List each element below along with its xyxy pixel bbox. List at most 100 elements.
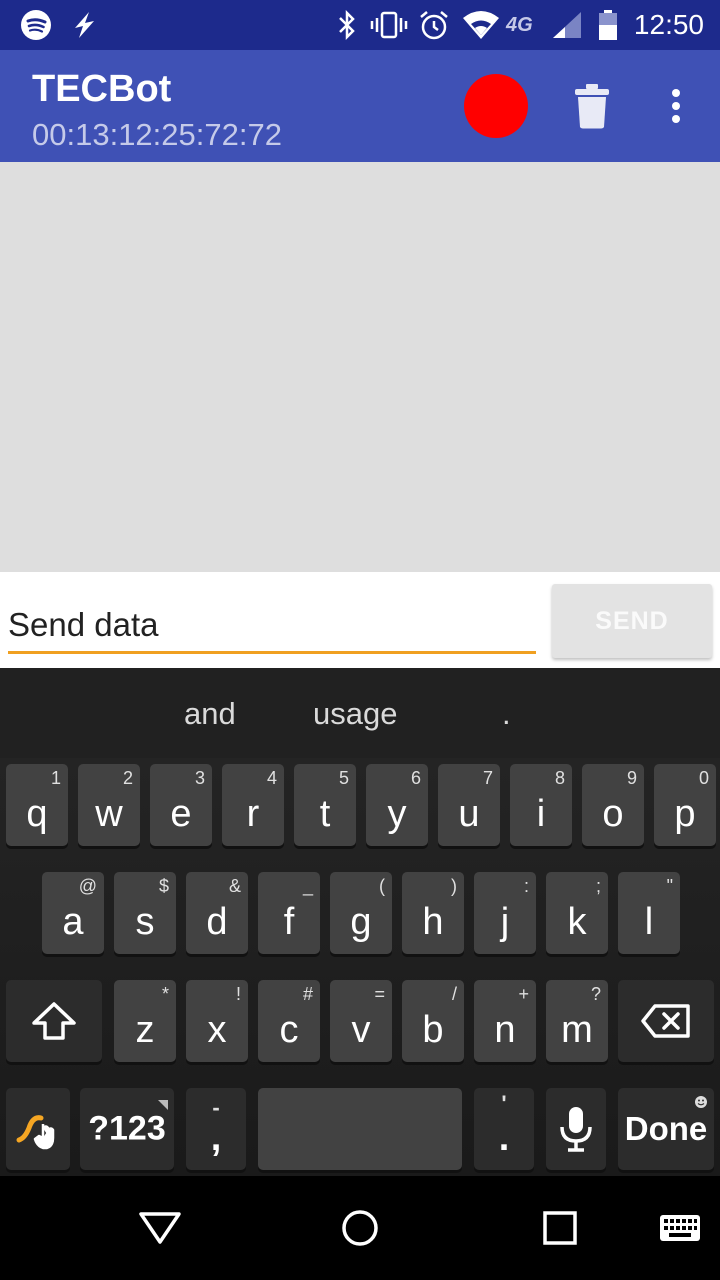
key-label: e bbox=[170, 793, 192, 835]
send-button[interactable]: SEND bbox=[552, 584, 712, 658]
key-hint: ( bbox=[379, 876, 385, 896]
key-q[interactable]: 1q bbox=[6, 764, 68, 846]
device-address: 00:13:12:25:72:72 bbox=[32, 117, 282, 152]
key-label: v bbox=[351, 1009, 371, 1051]
key-u[interactable]: 7u bbox=[438, 764, 500, 846]
spotify-icon bbox=[20, 9, 52, 41]
back-icon[interactable] bbox=[134, 1202, 186, 1254]
suggestion-item[interactable]: and bbox=[184, 694, 236, 734]
key-d[interactable]: & d bbox=[186, 872, 248, 954]
key-hint: " bbox=[666, 876, 673, 896]
key-label: w bbox=[95, 793, 123, 835]
key-f[interactable]: _ f bbox=[258, 872, 320, 954]
key-hint: 9 bbox=[626, 768, 637, 788]
swype-icon bbox=[6, 1088, 70, 1170]
soft-keyboard: and usage . 1q2w3e4r5t6y7u8i9o0p @ a $ s & d _… bbox=[0, 668, 720, 1176]
key-hint: 7 bbox=[482, 768, 493, 788]
key-b[interactable]: / b bbox=[402, 980, 464, 1062]
done-key-label: Done bbox=[624, 1110, 708, 1147]
key-label: l bbox=[644, 901, 654, 943]
key-hint: & bbox=[228, 876, 241, 896]
shift-key[interactable] bbox=[6, 980, 102, 1062]
key-hint: @ bbox=[78, 876, 97, 896]
key-hint: _ bbox=[302, 876, 313, 896]
send-data-input[interactable] bbox=[8, 598, 536, 654]
key-c[interactable]: # c bbox=[258, 980, 320, 1062]
key-label: i bbox=[536, 793, 546, 835]
network-type-label: 4G bbox=[506, 14, 533, 36]
status-time: 12:50 bbox=[633, 9, 704, 40]
more-vert-icon[interactable] bbox=[656, 80, 696, 132]
comma-key-hint: - bbox=[212, 1095, 220, 1120]
done-key[interactable]: Done bbox=[618, 1088, 714, 1170]
key-hint: / bbox=[451, 984, 457, 1004]
app-title: TECBot bbox=[32, 68, 172, 110]
key-label: o bbox=[602, 793, 624, 835]
key-label: h bbox=[422, 901, 444, 943]
suggestion-strip: and usage . bbox=[0, 668, 720, 758]
key-z[interactable]: * z bbox=[114, 980, 176, 1062]
key-w[interactable]: 2w bbox=[78, 764, 140, 846]
key-label: q bbox=[26, 793, 48, 835]
composer: SEND bbox=[0, 572, 720, 668]
key-hint: ? bbox=[590, 984, 601, 1004]
key-label: k bbox=[567, 901, 587, 943]
alarm-icon bbox=[418, 9, 450, 41]
key-i[interactable]: 8i bbox=[510, 764, 572, 846]
key-r[interactable]: 4r bbox=[222, 764, 284, 846]
key-y[interactable]: 6y bbox=[366, 764, 428, 846]
message-log[interactable] bbox=[0, 162, 720, 572]
symbols-key[interactable]: ?123 bbox=[80, 1088, 174, 1170]
key-a[interactable]: @ a bbox=[42, 872, 104, 954]
key-label: r bbox=[246, 793, 260, 835]
key-l[interactable]: " l bbox=[618, 872, 680, 954]
key-label: y bbox=[387, 793, 407, 835]
period-key[interactable]: ' . bbox=[474, 1088, 534, 1170]
key-hint: ! bbox=[235, 984, 241, 1004]
key-hint: $ bbox=[158, 876, 169, 896]
key-h[interactable]: ) h bbox=[402, 872, 464, 954]
shift-icon bbox=[6, 980, 102, 1062]
key-j[interactable]: :j bbox=[474, 872, 536, 954]
lte-icon: 4G bbox=[506, 9, 550, 41]
key-label: p bbox=[674, 793, 696, 835]
suggestion-item[interactable]: usage bbox=[313, 694, 397, 734]
status-bar: 4G 12:50 bbox=[0, 0, 720, 50]
key-m[interactable]: ? m bbox=[546, 980, 608, 1062]
app-bar: TECBot 00:13:12:25:72:72 bbox=[0, 50, 720, 162]
home-icon[interactable] bbox=[334, 1202, 386, 1254]
key-label: m bbox=[561, 1009, 593, 1051]
symbols-key-label: ?123 bbox=[88, 1109, 166, 1148]
wifi-icon bbox=[462, 9, 500, 41]
trash-icon[interactable] bbox=[566, 80, 618, 132]
key-hint: : bbox=[523, 876, 529, 896]
vibrate-icon bbox=[370, 9, 408, 41]
key-g[interactable]: (g bbox=[330, 872, 392, 954]
key-label: d bbox=[206, 901, 228, 943]
comma-key[interactable]: - , bbox=[186, 1088, 246, 1170]
suggestion-item[interactable]: . bbox=[502, 694, 511, 734]
backspace-key[interactable] bbox=[618, 980, 714, 1062]
swype-key[interactable] bbox=[6, 1088, 70, 1170]
key-n[interactable]: + n bbox=[474, 980, 536, 1062]
key-label: s bbox=[135, 901, 155, 943]
key-e[interactable]: 3e bbox=[150, 764, 212, 846]
recents-icon[interactable] bbox=[534, 1202, 586, 1254]
key-t[interactable]: 5t bbox=[294, 764, 356, 846]
record-button[interactable] bbox=[464, 74, 528, 138]
voice-input-key[interactable] bbox=[546, 1088, 606, 1170]
key-label: x bbox=[207, 1009, 227, 1051]
key-o[interactable]: 9o bbox=[582, 764, 644, 846]
key-v[interactable]: = v bbox=[330, 980, 392, 1062]
key-hint: 5 bbox=[338, 768, 349, 788]
space-key[interactable] bbox=[258, 1088, 462, 1170]
key-hint: 6 bbox=[410, 768, 421, 788]
key-s[interactable]: $ s bbox=[114, 872, 176, 954]
key-x[interactable]: ! x bbox=[186, 980, 248, 1062]
bluetooth-icon bbox=[334, 9, 360, 41]
flash-icon bbox=[68, 9, 100, 41]
keyboard-switch-icon[interactable] bbox=[654, 1202, 706, 1254]
key-k[interactable]: ; k bbox=[546, 872, 608, 954]
key-p[interactable]: 0p bbox=[654, 764, 716, 846]
key-hint: + bbox=[518, 984, 529, 1004]
